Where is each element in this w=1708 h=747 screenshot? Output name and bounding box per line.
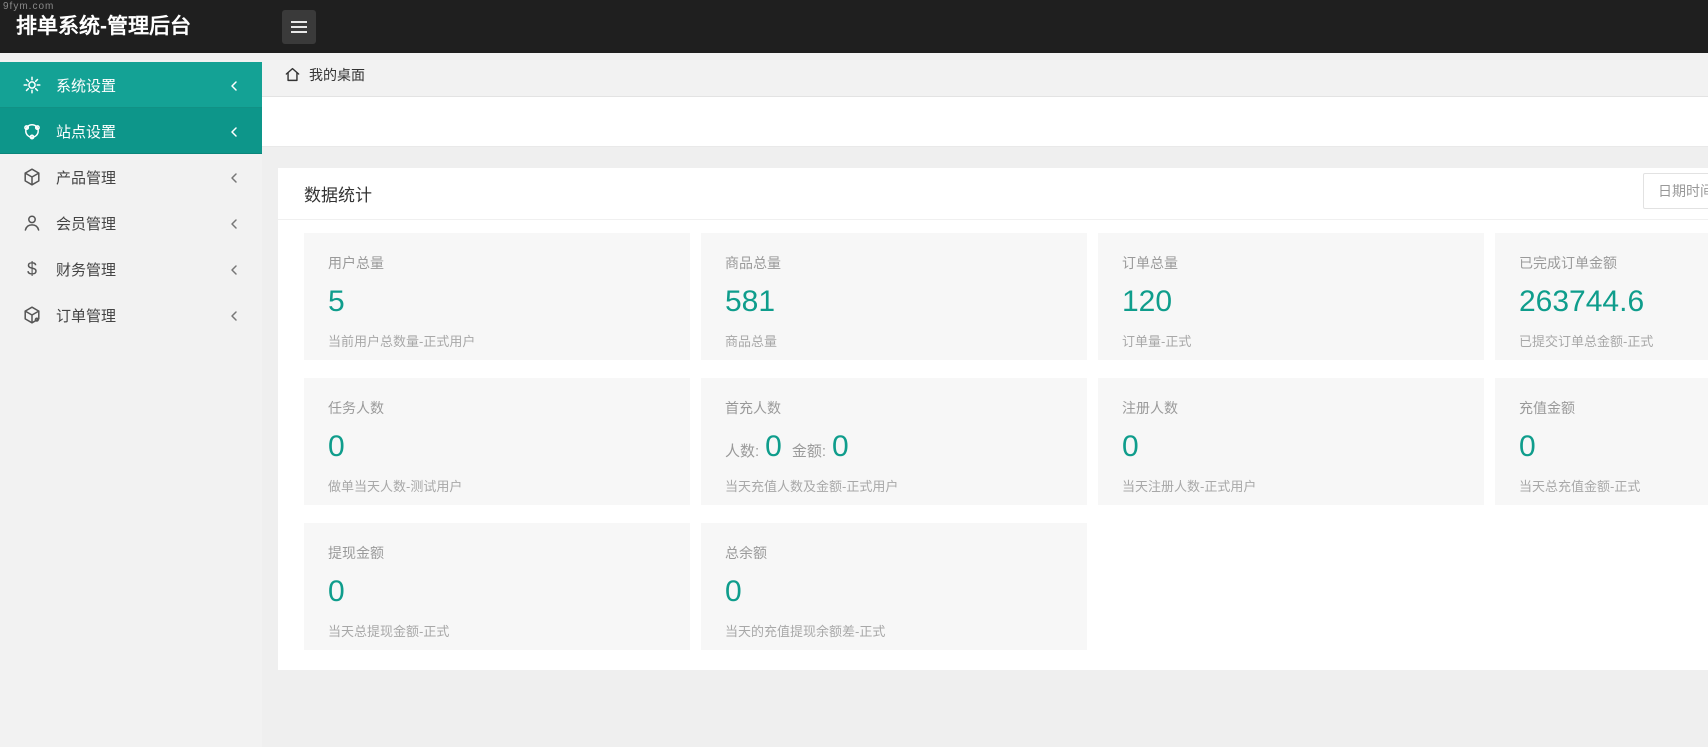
sidebar-item-label: 站点设置 <box>56 123 117 141</box>
member-icon <box>22 213 42 233</box>
stat-desc: 当天总充值金额-正式 <box>1519 479 1641 494</box>
stat-card: 首充人数 人数: 0 金额: 0 当天充值人数及金额-正式用户 <box>701 378 1087 505</box>
stat-label: 已完成订单金额 <box>1519 255 1617 271</box>
stat-desc: 做单当天人数-测试用户 <box>328 479 463 494</box>
sidebar-item-label: 系统设置 <box>56 77 117 95</box>
stat-pair-value: 0 <box>765 430 782 463</box>
stat-label: 提现金额 <box>328 545 384 561</box>
date-range-button[interactable]: 日期时间 <box>1643 173 1708 209</box>
menu-toggle-icon <box>291 21 307 23</box>
stat-value-row: 5 <box>328 285 666 319</box>
panel-title: 数据统计 <box>304 186 372 205</box>
sidebar-item-site[interactable]: 站点设置 <box>0 108 262 154</box>
stat-value-row: 人数: 0 金额: 0 <box>725 430 1063 464</box>
stat-value-row: 0 <box>328 430 666 464</box>
sidebar-item-finance-dollar[interactable]: $ 财务管理 <box>0 246 262 292</box>
stat-desc: 已提交订单总金额-正式 <box>1519 334 1654 349</box>
stat-desc: 当天注册人数-正式用户 <box>1122 479 1257 494</box>
stat-value: 0 <box>725 575 742 608</box>
chevron-collapse-icon <box>228 217 240 229</box>
sidebar-item-order-cube[interactable]: 订单管理 <box>0 292 262 338</box>
stat-label: 充值金额 <box>1519 400 1575 416</box>
stat-card: 总余额 0 当天的充值提现余额差-正式 <box>701 523 1087 650</box>
content: 数据统计 日期时间 用户总量 5 当前用户总数量-正式用户 商品总量 581 商… <box>262 147 1708 747</box>
gear-icon <box>22 75 42 95</box>
stat-value-row: 0 <box>725 575 1063 609</box>
sidebar-item-label: 财务管理 <box>56 261 117 279</box>
stat-card: 注册人数 0 当天注册人数-正式用户 <box>1098 378 1484 505</box>
breadcrumb: 我的桌面 <box>262 53 1708 97</box>
stat-value-row: 263744.6 <box>1519 285 1708 319</box>
stat-desc: 当天总提现金额-正式 <box>328 624 450 639</box>
stat-card: 提现金额 0 当天总提现金额-正式 <box>304 523 690 650</box>
tab-band <box>262 97 1708 147</box>
stat-value: 0 <box>328 430 345 463</box>
stat-value-row: 581 <box>725 285 1063 319</box>
stat-label: 用户总量 <box>328 255 384 271</box>
stat-label: 首充人数 <box>725 400 781 416</box>
stat-desc: 订单量-正式 <box>1122 334 1192 349</box>
stat-value-row: 0 <box>328 575 666 609</box>
app-title: 排单系统-管理后台 <box>16 15 191 38</box>
stat-pair-key: 人数: <box>725 443 760 460</box>
stat-desc: 商品总量 <box>725 334 778 349</box>
stat-value: 581 <box>725 285 776 318</box>
stat-value-row: 0 <box>1122 430 1460 464</box>
chevron-collapse-icon <box>228 263 240 275</box>
stat-value: 0 <box>328 575 345 608</box>
stat-desc: 当天的充值提现余额差-正式 <box>725 624 886 639</box>
stat-value-row: 120 <box>1122 285 1460 319</box>
chevron-collapse-icon <box>228 125 240 137</box>
site-icon <box>22 121 42 141</box>
stat-pair-value: 0 <box>832 430 849 463</box>
product-cube-icon <box>22 167 42 187</box>
stats-grid: 用户总量 5 当前用户总数量-正式用户 商品总量 581 商品总量 订单总量 1… <box>278 220 1708 670</box>
stat-value: 5 <box>328 285 345 318</box>
main-area: 我的桌面 数据统计 日期时间 用户总量 5 当前用户总数量-正式用户 商品总量 … <box>262 53 1708 747</box>
stat-card: 充值金额 0 当天总充值金额-正式 <box>1495 378 1708 505</box>
stat-card: 用户总量 5 当前用户总数量-正式用户 <box>304 233 690 360</box>
stat-desc: 当前用户总数量-正式用户 <box>328 334 476 349</box>
sidebar-item-gear[interactable]: 系统设置 <box>0 62 262 108</box>
stat-desc: 当天充值人数及金额-正式用户 <box>725 479 899 494</box>
stat-value: 0 <box>1519 430 1536 463</box>
stat-label: 总余额 <box>725 545 767 561</box>
stat-card: 商品总量 581 商品总量 <box>701 233 1087 360</box>
stat-label: 任务人数 <box>328 400 384 416</box>
stat-card: 任务人数 0 做单当天人数-测试用户 <box>304 378 690 505</box>
stat-label: 商品总量 <box>725 255 781 271</box>
stat-label: 订单总量 <box>1122 255 1178 271</box>
sidebar-nav: 系统设置 站点设置 产品管理 会员管理 $ 财务管理 订单管理 <box>0 53 262 747</box>
stats-panel: 数据统计 日期时间 用户总量 5 当前用户总数量-正式用户 商品总量 581 商… <box>278 168 1708 670</box>
breadcrumb-label[interactable]: 我的桌面 <box>309 65 365 85</box>
layout: 系统设置 站点设置 产品管理 会员管理 $ 财务管理 订单管理 我的桌面 数据统… <box>0 53 1708 747</box>
home-icon <box>284 66 301 83</box>
stat-card: 订单总量 120 订单量-正式 <box>1098 233 1484 360</box>
topbar: 9fym.com 排单系统-管理后台 <box>0 0 1708 53</box>
stat-value: 0 <box>1122 430 1139 463</box>
panel-header: 数据统计 日期时间 <box>278 168 1708 220</box>
stat-value-row: 0 <box>1519 430 1708 464</box>
stat-value: 263744.6 <box>1519 285 1645 318</box>
finance-dollar-icon: $ <box>26 259 37 279</box>
chevron-collapse-icon <box>228 309 240 321</box>
sidebar-item-product-cube[interactable]: 产品管理 <box>0 154 262 200</box>
sidebar-item-label: 会员管理 <box>56 215 117 233</box>
stat-pair-key: 金额: <box>791 443 827 460</box>
stat-value: 120 <box>1122 285 1173 318</box>
sidebar-item-member[interactable]: 会员管理 <box>0 200 262 246</box>
sidebar-item-label: 产品管理 <box>56 169 117 187</box>
stat-label: 注册人数 <box>1122 400 1178 416</box>
admin-page: 9fym.com 排单系统-管理后台 系统设置 站点设置 产品管理 会员管理 $… <box>0 0 1708 747</box>
stat-card: 已完成订单金额 263744.6 已提交订单总金额-正式 <box>1495 233 1708 360</box>
order-cube-icon <box>22 305 42 325</box>
chevron-collapse-icon <box>228 171 240 183</box>
menu-toggle-button[interactable] <box>282 10 316 44</box>
sidebar-item-label: 订单管理 <box>56 307 117 325</box>
chevron-collapse-icon <box>228 79 240 91</box>
